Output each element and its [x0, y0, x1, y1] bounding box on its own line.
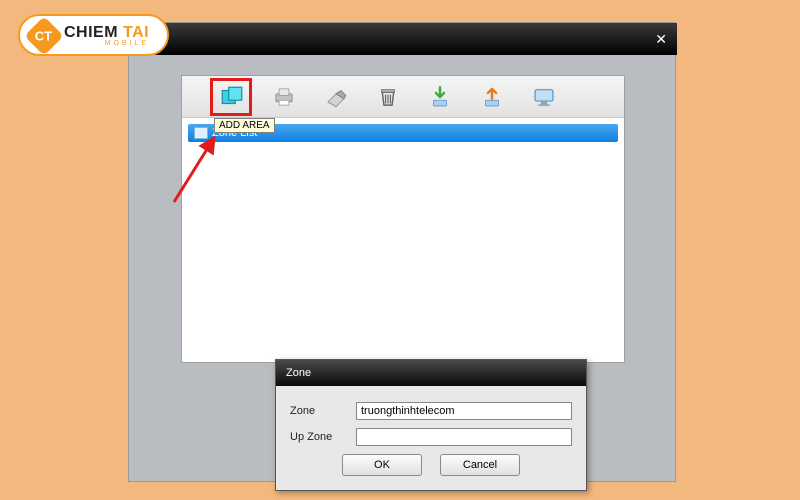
- ok-button[interactable]: OK: [342, 454, 422, 476]
- main-window-titlebar[interactable]: er ✕: [129, 23, 677, 55]
- download-button[interactable]: [426, 83, 454, 111]
- printer-icon: [271, 84, 297, 110]
- upload-button[interactable]: [478, 83, 506, 111]
- download-arrow-icon: [427, 84, 453, 110]
- up-zone-label: Up Zone: [290, 431, 350, 443]
- up-zone-input[interactable]: [356, 428, 572, 446]
- zone-dialog: Zone Zone Up Zone OK Cancel: [275, 359, 587, 491]
- main-window: er ✕: [129, 23, 677, 55]
- close-icon[interactable]: ✕: [655, 31, 667, 48]
- trash-button[interactable]: [374, 83, 402, 111]
- annotation-arrow-icon: [166, 130, 226, 210]
- zone-dialog-titlebar[interactable]: Zone: [276, 360, 586, 386]
- toolbar: ADD AREA: [182, 76, 624, 118]
- cancel-button[interactable]: Cancel: [440, 454, 520, 476]
- brand-logo: CT CHIEM TAI MOBILE: [18, 14, 169, 56]
- logo-text: CHIEM TAI MOBILE: [64, 25, 149, 47]
- monitor-button[interactable]: [530, 83, 558, 111]
- eraser-icon: [323, 84, 349, 110]
- trash-icon: [375, 84, 401, 110]
- content-panel: ADD AREA: [181, 75, 625, 363]
- monitor-icon: [531, 84, 557, 110]
- zone-input[interactable]: [356, 402, 572, 420]
- app-backdrop: er ✕ ADD AREA: [128, 22, 676, 482]
- zone-label: Zone: [290, 405, 350, 417]
- zone-dialog-title: Zone: [286, 367, 311, 379]
- add-area-icon: [219, 84, 245, 110]
- upload-arrow-icon: [479, 84, 505, 110]
- printer-button[interactable]: [270, 83, 298, 111]
- add-area-button[interactable]: [218, 83, 246, 111]
- eraser-button[interactable]: [322, 83, 350, 111]
- logo-mark: CT: [24, 16, 64, 56]
